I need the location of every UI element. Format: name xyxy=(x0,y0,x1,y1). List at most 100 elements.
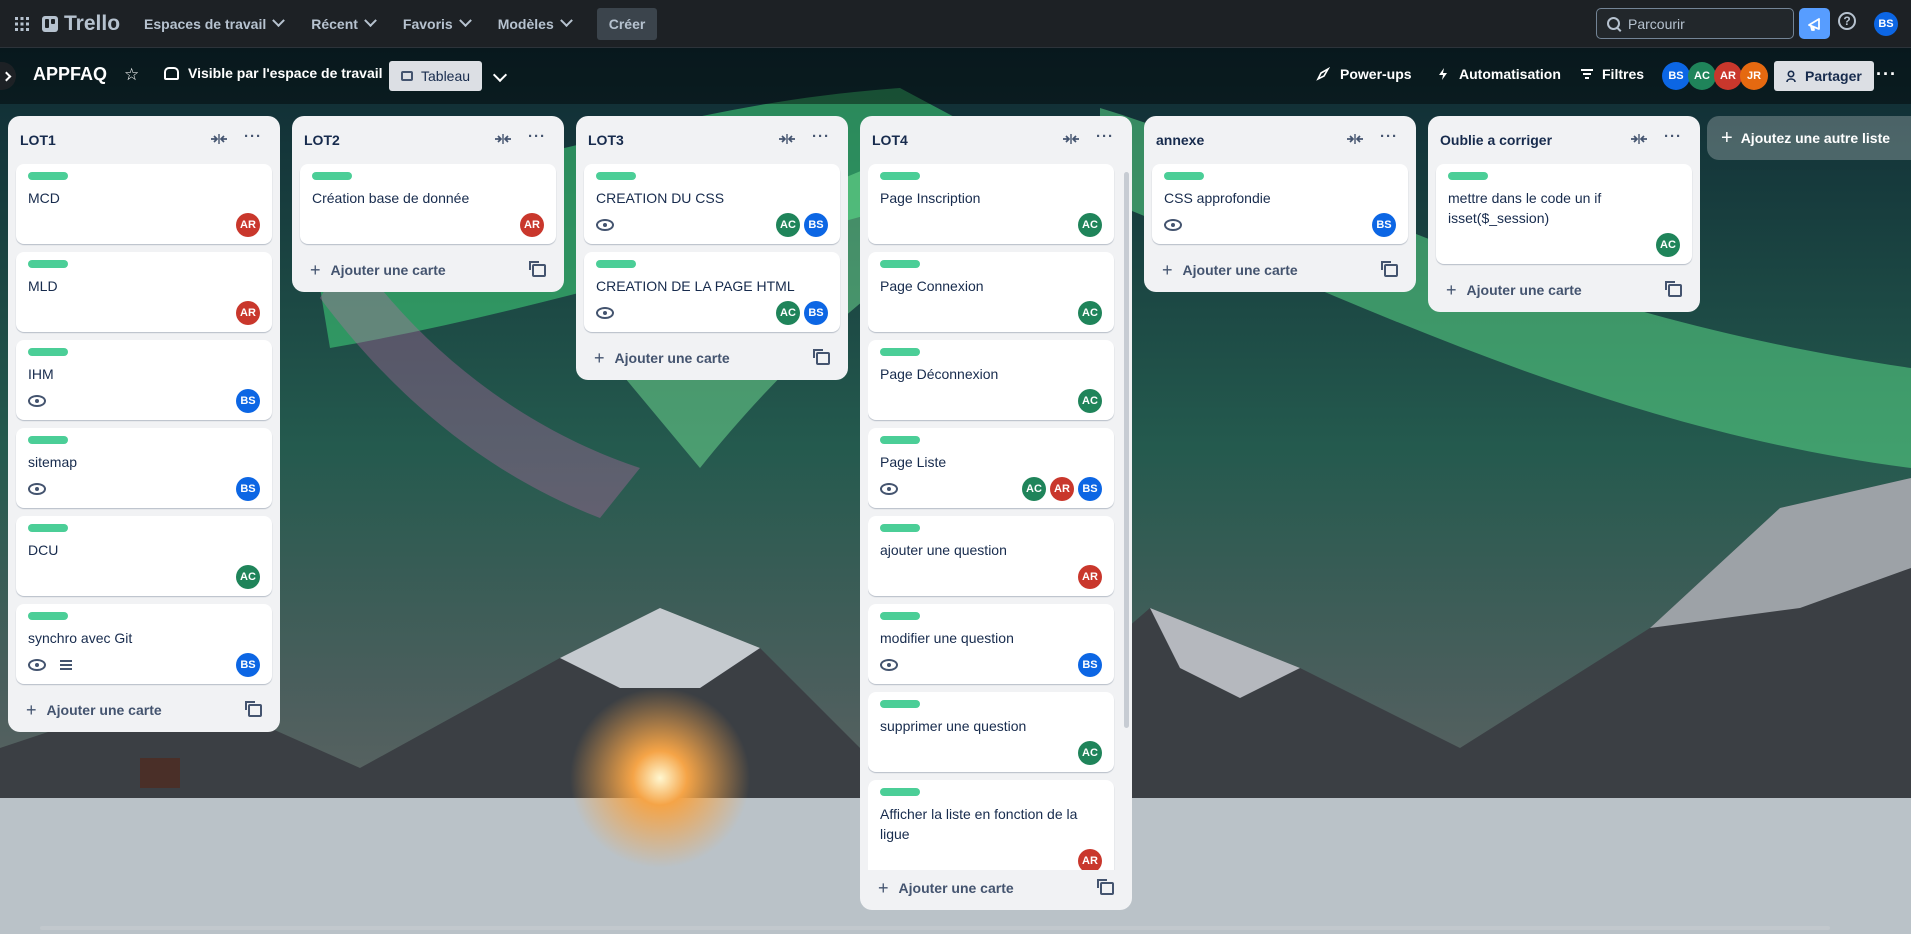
member-avatar[interactable]: BS xyxy=(1662,62,1690,90)
collapse-list-icon[interactable] xyxy=(1346,132,1364,146)
card-member-avatar[interactable]: AC xyxy=(1022,477,1046,501)
card-member-avatar[interactable]: BS xyxy=(1078,477,1102,501)
card[interactable]: CREATION DE LA PAGE HTML AC BS xyxy=(584,252,840,332)
list-header[interactable]: LOT4 ··· xyxy=(868,116,1124,164)
member-avatar[interactable]: AR xyxy=(1714,62,1742,90)
list-title[interactable]: annexe xyxy=(1152,132,1204,148)
collapse-list-icon[interactable] xyxy=(210,132,228,146)
trello-logo[interactable]: Trello xyxy=(42,12,120,36)
card-member-avatar[interactable]: AR xyxy=(520,213,544,237)
collapse-list-icon[interactable] xyxy=(778,132,796,146)
card-template-icon[interactable] xyxy=(1097,879,1114,895)
horizontal-scrollbar[interactable] xyxy=(40,926,1830,930)
add-card-button[interactable]: + Ajouter une carte xyxy=(300,252,556,288)
card[interactable]: synchro avec Git BS xyxy=(16,604,272,684)
card[interactable]: Création base de donnée AR xyxy=(300,164,556,244)
star-icon[interactable]: ☆ xyxy=(124,65,139,85)
list-title[interactable]: LOT1 xyxy=(16,132,56,148)
notifications-button[interactable] xyxy=(1799,8,1830,39)
list-menu-icon[interactable]: ··· xyxy=(812,128,830,145)
card-member-avatar[interactable]: BS xyxy=(804,301,828,325)
add-card-button[interactable]: + Ajouter une carte xyxy=(584,340,840,376)
add-card-button[interactable]: + Ajouter une carte xyxy=(1152,252,1408,288)
collapse-list-icon[interactable] xyxy=(494,132,512,146)
card[interactable]: sitemap BS xyxy=(16,428,272,508)
card-member-avatar[interactable]: BS xyxy=(1078,653,1102,677)
card-template-icon[interactable] xyxy=(529,261,546,277)
card[interactable]: DCU AC xyxy=(16,516,272,596)
search-input[interactable]: Parcourir xyxy=(1596,8,1794,39)
app-switcher-icon[interactable] xyxy=(6,8,38,40)
filters-button[interactable]: Filtres xyxy=(1581,66,1644,82)
sidebar-expand-button[interactable] xyxy=(0,62,16,90)
card-template-icon[interactable] xyxy=(813,349,830,365)
collapse-list-icon[interactable] xyxy=(1630,132,1648,146)
card-member-avatar[interactable]: AC xyxy=(776,301,800,325)
add-card-button[interactable]: + Ajouter une carte xyxy=(16,692,272,728)
card[interactable]: modifier une question BS xyxy=(868,604,1114,684)
board-title[interactable]: APPFAQ xyxy=(33,64,107,85)
list-header[interactable]: LOT3 ··· xyxy=(584,116,840,164)
list-title[interactable]: LOT4 xyxy=(868,132,908,148)
board-view-button[interactable]: Tableau xyxy=(389,61,483,91)
visibility-button[interactable]: Visible par l'espace de travail xyxy=(164,65,383,81)
list-vertical-scrollbar[interactable] xyxy=(1124,172,1129,728)
card-member-avatar[interactable]: BS xyxy=(1372,213,1396,237)
card-member-avatar[interactable]: AR xyxy=(1078,565,1102,589)
card[interactable]: CREATION DU CSS AC BS xyxy=(584,164,840,244)
card[interactable]: Page Inscription AC xyxy=(868,164,1114,244)
card[interactable]: Page Déconnexion AC xyxy=(868,340,1114,420)
card[interactable]: mettre dans le code un if isset($_sessio… xyxy=(1436,164,1692,264)
card-member-avatar[interactable]: BS xyxy=(236,653,260,677)
nav-workspaces[interactable]: Espaces de travail xyxy=(140,8,287,40)
card-member-avatar[interactable]: AR xyxy=(1078,849,1102,870)
nav-recent[interactable]: Récent xyxy=(307,8,379,40)
list-menu-icon[interactable]: ··· xyxy=(1380,128,1398,145)
list-title[interactable]: LOT2 xyxy=(300,132,340,148)
card-member-avatar[interactable]: AC xyxy=(1656,233,1680,257)
card-member-avatar[interactable]: AC xyxy=(1078,301,1102,325)
card[interactable]: IHM BS xyxy=(16,340,272,420)
card-template-icon[interactable] xyxy=(1665,281,1682,297)
list-menu-icon[interactable]: ··· xyxy=(1664,128,1682,145)
list-header[interactable]: annexe ··· xyxy=(1152,116,1408,164)
add-card-button[interactable]: + Ajouter une carte xyxy=(868,870,1124,906)
card[interactable]: supprimer une question AC xyxy=(868,692,1114,772)
list-menu-icon[interactable]: ··· xyxy=(1096,128,1114,145)
list-header[interactable]: Oublie a corriger ··· xyxy=(1436,116,1692,164)
card[interactable]: CSS approfondie BS xyxy=(1152,164,1408,244)
card-member-avatar[interactable]: AC xyxy=(776,213,800,237)
list-menu-icon[interactable]: ··· xyxy=(244,128,262,145)
card-member-avatar[interactable]: BS xyxy=(236,389,260,413)
powerups-button[interactable]: Power-ups xyxy=(1316,66,1412,82)
card-template-icon[interactable] xyxy=(1381,261,1398,277)
views-chevron-down-icon[interactable] xyxy=(492,67,508,83)
list-title[interactable]: LOT3 xyxy=(584,132,624,148)
board-menu-icon[interactable]: ··· xyxy=(1876,64,1897,85)
nav-favorites[interactable]: Favoris xyxy=(399,8,474,40)
list-header[interactable]: LOT1 ··· xyxy=(16,116,272,164)
card-member-avatar[interactable]: AC xyxy=(1078,741,1102,765)
add-card-button[interactable]: + Ajouter une carte xyxy=(1436,272,1692,308)
card[interactable]: ajouter une question AR xyxy=(868,516,1114,596)
card-template-icon[interactable] xyxy=(245,701,262,717)
create-button[interactable]: Créer xyxy=(596,7,658,40)
card[interactable]: Afficher la liste en fonction de la ligu… xyxy=(868,780,1114,870)
list-title[interactable]: Oublie a corriger xyxy=(1436,132,1552,148)
card-member-avatar[interactable]: AC xyxy=(1078,389,1102,413)
share-button[interactable]: Partager xyxy=(1774,61,1874,91)
card-member-avatar[interactable]: BS xyxy=(804,213,828,237)
add-list-button[interactable]: + Ajoutez une autre liste xyxy=(1707,116,1911,160)
list-header[interactable]: LOT2 ··· xyxy=(300,116,556,164)
card-member-avatar[interactable]: AC xyxy=(236,565,260,589)
automation-button[interactable]: Automatisation xyxy=(1437,66,1561,82)
member-avatar[interactable]: AC xyxy=(1688,62,1716,90)
card[interactable]: Page Connexion AC xyxy=(868,252,1114,332)
help-icon[interactable]: ? xyxy=(1838,12,1856,30)
member-avatar[interactable]: JR xyxy=(1740,62,1768,90)
board-members[interactable]: BS AC AR JR xyxy=(1662,62,1768,90)
account-avatar[interactable]: BS xyxy=(1874,12,1898,36)
card-member-avatar[interactable]: AC xyxy=(1078,213,1102,237)
card-member-avatar[interactable]: AR xyxy=(1050,477,1074,501)
collapse-list-icon[interactable] xyxy=(1062,132,1080,146)
